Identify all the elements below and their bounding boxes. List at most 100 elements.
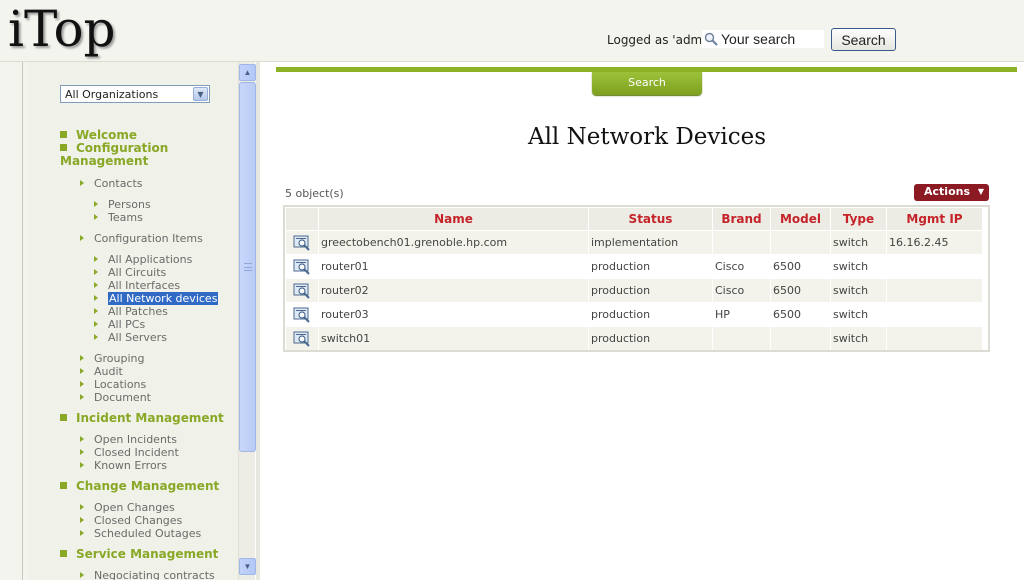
triangle-right-icon [80, 381, 84, 387]
cell-type: switch [831, 279, 886, 302]
column-header-brand[interactable]: Brand [713, 208, 770, 230]
menu-closed-changes-label: Closed Changes [94, 514, 183, 527]
magnifier-icon [704, 32, 718, 46]
details-icon[interactable] [293, 331, 311, 347]
menu-grouping[interactable]: Grouping [80, 352, 145, 365]
menu-locations[interactable]: Locations [80, 378, 146, 391]
cell-model: 6500 [771, 303, 830, 326]
menu-all-applications[interactable]: All Applications [94, 253, 192, 266]
menu-negotiating-contracts[interactable]: Negociating contracts [80, 569, 215, 580]
menu-all-servers[interactable]: All Servers [94, 331, 167, 344]
menu-all-network-devices[interactable]: All Network devices [94, 292, 219, 305]
cell-type: switch [831, 327, 886, 350]
cell-brand [713, 231, 770, 254]
triangle-right-icon [80, 368, 84, 374]
menu-open-incidents-label: Open Incidents [94, 433, 177, 446]
menu-config-label-2: Management [60, 154, 149, 168]
scrollbar-thumb[interactable] [239, 82, 256, 452]
menu-configuration-items[interactable]: Configuration Items [80, 232, 203, 245]
menu-persons-label: Persons [108, 198, 151, 211]
table-row[interactable]: greectobench01.grenoble.hp.com implementa… [286, 231, 982, 254]
chevron-down-icon[interactable]: ▼ [193, 87, 208, 101]
row-icon-cell[interactable] [286, 255, 318, 278]
menu-document[interactable]: Document [80, 391, 151, 404]
menu-audit-label: Audit [94, 365, 123, 378]
menu-all-circuits[interactable]: All Circuits [94, 266, 166, 279]
organization-select[interactable]: All Organizations ▼ [60, 85, 210, 103]
triangle-right-icon [80, 394, 84, 400]
triangle-right-icon [80, 530, 84, 536]
column-header-mgmt-ip[interactable]: Mgmt IP [887, 208, 982, 230]
menu-all-interfaces[interactable]: All Interfaces [94, 279, 180, 292]
menu-closed-incident[interactable]: Closed Incident [80, 446, 179, 459]
details-icon[interactable] [293, 307, 311, 323]
menu-service-management[interactable]: Service Management [60, 548, 218, 561]
square-bullet-icon [60, 131, 67, 138]
cell-name[interactable]: router03 [319, 303, 588, 326]
cell-name[interactable]: switch01 [319, 327, 588, 350]
row-icon-cell[interactable] [286, 231, 318, 254]
table-row[interactable]: switch01 production switch [286, 327, 982, 350]
cell-name[interactable]: router01 [319, 255, 588, 278]
menu-scheduled-outages-label: Scheduled Outages [94, 527, 202, 540]
scroll-up-icon[interactable]: ▲ [239, 64, 256, 81]
menu-audit[interactable]: Audit [80, 365, 123, 378]
menu-contacts[interactable]: Contacts [80, 177, 143, 190]
table-row[interactable]: router02 production Cisco 6500 switch [286, 279, 982, 302]
cell-model [771, 231, 830, 254]
menu-welcome-label: Welcome [76, 128, 138, 142]
menu-incident-management[interactable]: Incident Management [60, 412, 224, 425]
column-header-name[interactable]: Name [319, 208, 588, 230]
menu-scheduled-outages[interactable]: Scheduled Outages [80, 527, 201, 540]
menu-all-network-devices-label: All Network devices [108, 292, 219, 305]
menu-all-circuits-label: All Circuits [108, 266, 167, 279]
row-icon-cell[interactable] [286, 279, 318, 302]
table-row[interactable]: router03 production HP 6500 switch [286, 303, 982, 326]
scroll-down-icon[interactable]: ▼ [239, 558, 256, 575]
search-input[interactable] [721, 31, 825, 47]
itop-logo[interactable]: iTop [8, 0, 116, 58]
menu-all-patches[interactable]: All Patches [94, 305, 168, 318]
table-header-row: Name Status Brand Model Type Mgmt IP [286, 208, 982, 230]
details-icon[interactable] [293, 283, 311, 299]
row-icon-cell[interactable] [286, 303, 318, 326]
triangle-right-icon [94, 256, 98, 262]
triangle-right-icon [80, 449, 84, 455]
column-header-model[interactable]: Model [771, 208, 830, 230]
column-header-status[interactable]: Status [589, 208, 712, 230]
menu-change-label: Change Management [76, 479, 220, 493]
cell-name[interactable]: router02 [319, 279, 588, 302]
cell-model [771, 327, 830, 350]
menu-incident-label: Incident Management [76, 411, 224, 425]
menu-all-interfaces-label: All Interfaces [108, 279, 181, 292]
cell-name[interactable]: greectobench01.grenoble.hp.com [319, 231, 588, 254]
menu-change-management[interactable]: Change Management [60, 480, 219, 493]
search-button[interactable]: Search [831, 28, 896, 51]
menu-locations-label: Locations [94, 378, 147, 391]
navigation-menu: All Organizations ▼ Welcome Configuratio… [28, 62, 238, 580]
cell-model: 6500 [771, 279, 830, 302]
cell-mgmt-ip: 16.16.2.45 [887, 231, 982, 254]
menu-closed-changes[interactable]: Closed Changes [80, 514, 182, 527]
triangle-right-icon [94, 201, 98, 207]
global-search-box[interactable] [701, 29, 825, 49]
menu-all-pcs[interactable]: All PCs [94, 318, 145, 331]
menu-open-changes-label: Open Changes [94, 501, 175, 514]
cell-brand: Cisco [713, 279, 770, 302]
details-icon[interactable] [293, 259, 311, 275]
cell-model: 6500 [771, 255, 830, 278]
menu-persons[interactable]: Persons [94, 198, 151, 211]
details-icon[interactable] [293, 235, 311, 251]
table-row[interactable]: router01 production Cisco 6500 switch [286, 255, 982, 278]
menu-scrollbar[interactable]: ▲ ▼ [238, 62, 256, 580]
menu-teams[interactable]: Teams [94, 211, 143, 224]
menu-configuration-management-cont[interactable]: Management [60, 155, 148, 168]
menu-open-changes[interactable]: Open Changes [80, 501, 175, 514]
column-header-type[interactable]: Type [831, 208, 886, 230]
actions-button[interactable]: Actions ▼ [914, 184, 989, 201]
row-icon-cell[interactable] [286, 327, 318, 350]
menu-known-errors[interactable]: Known Errors [80, 459, 167, 472]
search-drawer-tab[interactable]: Search [592, 72, 702, 95]
menu-open-incidents[interactable]: Open Incidents [80, 433, 177, 446]
triangle-right-icon [94, 308, 98, 314]
